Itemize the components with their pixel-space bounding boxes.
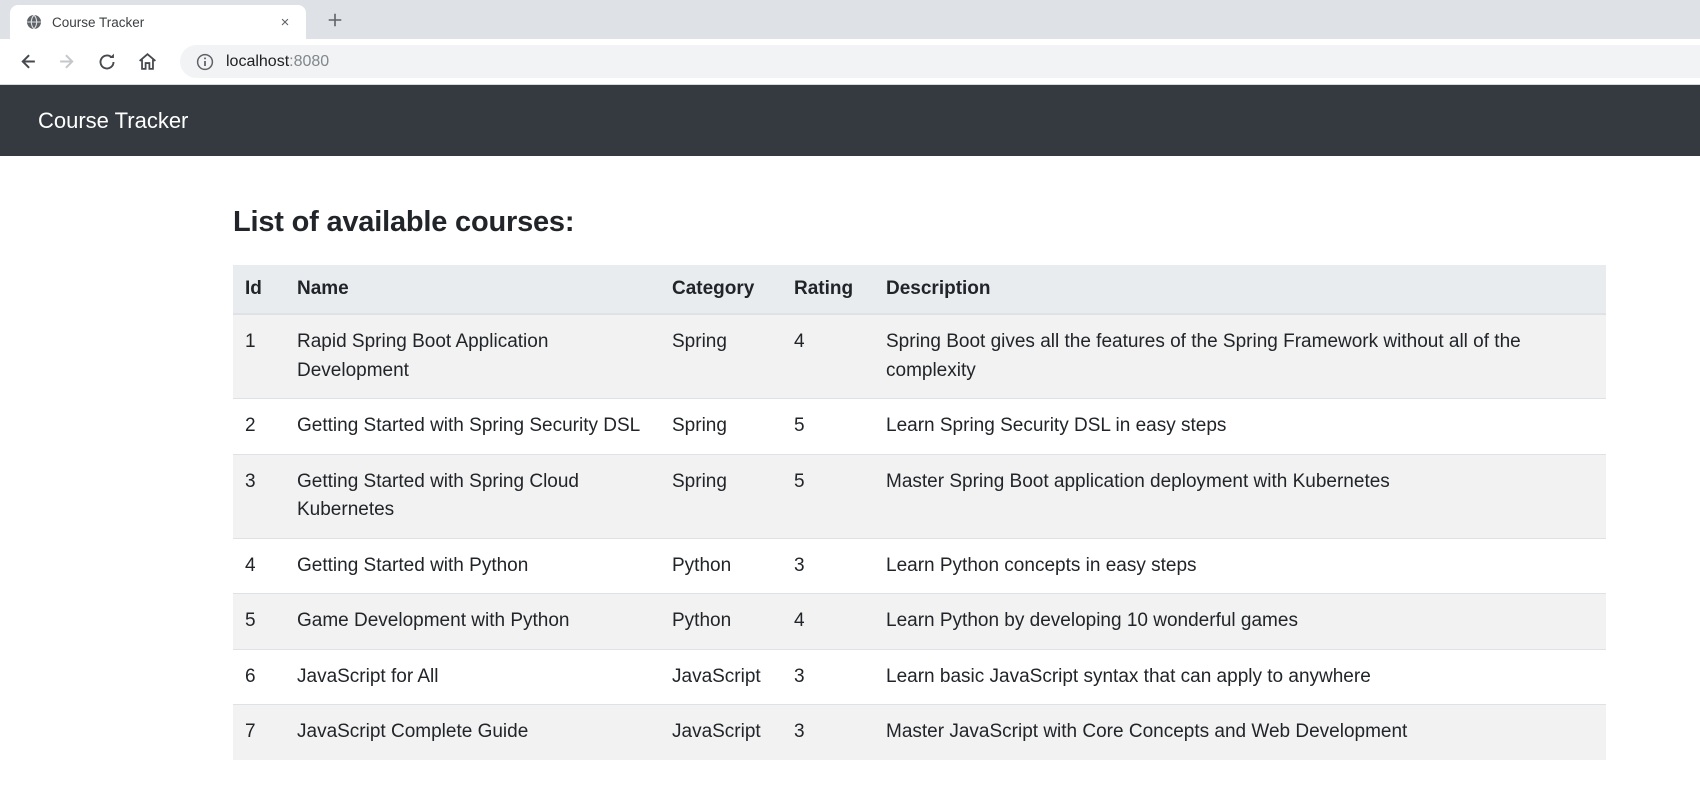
url-host: localhost <box>226 52 290 70</box>
column-header: Rating <box>782 265 874 315</box>
table-row: 2 Getting Started with Spring Security DS… <box>233 398 1606 454</box>
cell-description: Master Spring Boot application deploymen… <box>874 453 1606 538</box>
cell-rating: 5 <box>782 453 874 538</box>
address-bar[interactable]: localhost:8080 <box>180 45 1700 78</box>
cell-name: Getting Started with Spring Cloud Kubern… <box>285 453 660 538</box>
column-header: Id <box>233 265 285 315</box>
cell-id: 6 <box>233 648 285 705</box>
cell-name: Game Development with Python <box>285 593 660 649</box>
cell-id: 2 <box>233 398 285 454</box>
cell-id: 1 <box>233 313 285 399</box>
cell-name: Getting Started with Python <box>285 537 660 594</box>
cell-category: Python <box>660 537 782 594</box>
cell-category: JavaScript <box>660 704 782 760</box>
table-row: 1 Rapid Spring Boot Application Developme… <box>233 313 1606 399</box>
cell-rating: 3 <box>782 704 874 760</box>
browser-tab-strip: Course Tracker × <box>0 0 1700 39</box>
cell-category: Python <box>660 593 782 649</box>
cell-description: Learn Python concepts in easy steps <box>874 537 1606 594</box>
forward-icon[interactable] <box>50 45 84 79</box>
tab-title: Course Tracker <box>52 14 145 30</box>
cell-id: 7 <box>233 704 285 760</box>
cell-name: JavaScript Complete Guide <box>285 704 660 760</box>
cell-rating: 5 <box>782 398 874 454</box>
cell-description: Master JavaScript with Core Concepts and… <box>874 704 1606 760</box>
cell-id: 5 <box>233 593 285 649</box>
page-content: List of available courses: Id Name Categor… <box>0 156 1700 760</box>
cell-category: Spring <box>660 453 782 538</box>
table-row: 6 JavaScript for All JavaScript 3 Learn basi… <box>233 648 1606 705</box>
page-info-icon[interactable] <box>196 53 214 71</box>
cell-name: Getting Started with Spring Security DSL <box>285 398 660 454</box>
browser-toolbar: localhost:8080 <box>0 39 1700 85</box>
table-row: 7 JavaScript Complete Guide JavaScript 3 Mas… <box>233 704 1606 760</box>
table-row: 3 Getting Started with Spring Cloud Kuber… <box>233 453 1606 538</box>
column-header: Description <box>874 265 1606 315</box>
globe-favicon-icon <box>26 14 42 30</box>
cell-category: JavaScript <box>660 648 782 705</box>
url-port: :8080 <box>289 52 330 70</box>
table-row: 5 Game Development with Python Python 4 Lear… <box>233 593 1606 649</box>
cell-rating: 3 <box>782 537 874 594</box>
cell-rating: 3 <box>782 648 874 705</box>
table-body: 1 Rapid Spring Boot Application Developme… <box>233 313 1606 760</box>
home-icon[interactable] <box>130 45 164 79</box>
table-header-row: Id Name Category Rating Description <box>233 265 1606 315</box>
cell-description: Spring Boot gives all the features of th… <box>874 313 1606 399</box>
cell-rating: 4 <box>782 593 874 649</box>
cell-name: JavaScript for All <box>285 648 660 705</box>
close-tab-icon[interactable]: × <box>276 13 294 31</box>
cell-id: 4 <box>233 537 285 594</box>
cell-name: Rapid Spring Boot Application Developmen… <box>285 313 660 399</box>
navbar-brand[interactable]: Course Tracker <box>38 108 188 134</box>
table-row: 4 Getting Started with Python Python 3 Learn… <box>233 537 1606 594</box>
column-header: Category <box>660 265 782 315</box>
app-navbar: Course Tracker <box>0 85 1700 156</box>
cell-description: Learn Python by developing 10 wonderful … <box>874 593 1606 649</box>
cell-description: Learn basic JavaScript syntax that can a… <box>874 648 1606 705</box>
reload-icon[interactable] <box>90 45 124 79</box>
cell-category: Spring <box>660 398 782 454</box>
new-tab-button[interactable] <box>320 5 350 35</box>
url-text[interactable]: localhost:8080 <box>226 53 329 71</box>
courses-table: Id Name Category Rating Description 1 Rapid S… <box>233 265 1606 760</box>
page-title: List of available courses: <box>233 206 575 238</box>
back-icon[interactable] <box>10 45 44 79</box>
column-header: Name <box>285 265 660 315</box>
browser-tab[interactable]: Course Tracker × <box>10 5 306 39</box>
cell-category: Spring <box>660 313 782 399</box>
cell-rating: 4 <box>782 313 874 399</box>
cell-id: 3 <box>233 453 285 538</box>
cell-description: Learn Spring Security DSL in easy steps <box>874 398 1606 454</box>
